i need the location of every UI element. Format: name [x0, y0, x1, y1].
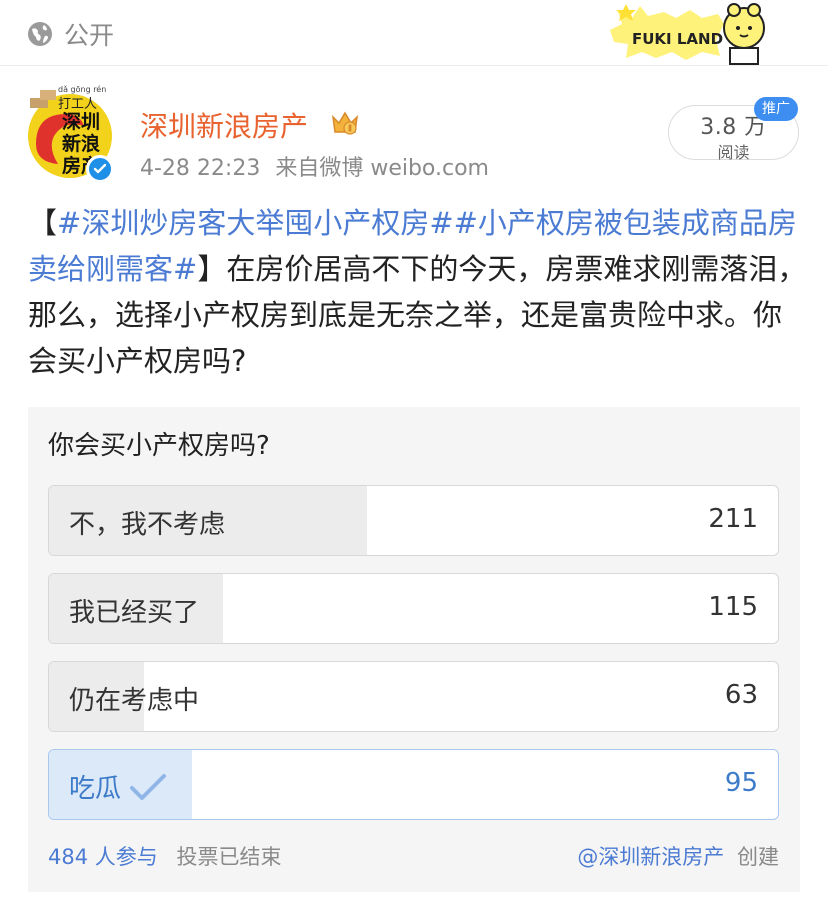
author-name[interactable]: 深圳新浪房产: [140, 105, 308, 145]
poll-card: 你会买小产权房吗? 不，我不考虑 211 我已经买了 115 仍在考虑中 63 …: [28, 407, 800, 892]
svg-text:新浪: 新浪: [62, 132, 100, 155]
post-timestamp: 4-28 22:23: [140, 156, 261, 181]
close-bracket: 】: [197, 252, 227, 286]
poll-option-count: 95: [724, 768, 758, 798]
poll-option-selected[interactable]: 吃瓜 95: [48, 749, 779, 820]
svg-text:打工人: 打工人: [58, 97, 97, 112]
visibility-label: 公开: [64, 21, 115, 50]
sticker-text: FUKI LAND: [632, 30, 723, 48]
svg-text:dǎ gōng rén: dǎ gōng rén: [58, 84, 106, 94]
poll-creator-suffix: 创建: [737, 845, 779, 869]
post-text: 【#深圳炒房客大举囤小产权房##小产权房被包装成商品房卖给刚需客#】在房价居高不…: [28, 200, 808, 384]
poll-option-label: 不，我不考虑: [69, 510, 226, 540]
verified-badge: [86, 155, 114, 183]
verified-icon: [93, 163, 107, 174]
poll-option[interactable]: 我已经买了 115: [48, 573, 779, 644]
globe-icon: [28, 22, 52, 46]
poll-status: 投票已结束: [176, 845, 282, 869]
top-bar: 公开 FUKI LAND: [0, 0, 828, 66]
crown-badge-icon[interactable]: [330, 108, 360, 138]
poll-option-label-wrap: 吃瓜: [69, 768, 167, 805]
poll-option-count: 63: [724, 680, 758, 710]
post-meta: 4-28 22:23 来自微博 weibo.com: [140, 150, 497, 182]
poll-option-count: 211: [708, 504, 758, 534]
visibility-indicator[interactable]: 公开: [26, 16, 114, 52]
poll-option-label: 吃瓜: [69, 774, 122, 804]
poll-participants[interactable]: 484 人参与: [48, 845, 158, 869]
poll-option[interactable]: 仍在考虑中 63: [48, 661, 779, 732]
poll-footer: 484 人参与 投票已结束 @深圳新浪房产 创建: [48, 841, 779, 871]
checkmark-icon: [130, 773, 167, 800]
promotion-badge[interactable]: 推广: [754, 97, 798, 121]
poll-option-count: 115: [708, 592, 758, 622]
open-bracket: 【: [28, 206, 58, 240]
poll-option[interactable]: 不，我不考虑 211: [48, 485, 779, 556]
poll-option-label: 我已经买了: [69, 598, 200, 628]
read-label: 阅读: [717, 143, 750, 162]
svg-text:深圳: 深圳: [62, 110, 100, 133]
hashtag-link-1[interactable]: #深圳炒房客大举囤小产权房#: [57, 206, 454, 240]
fuki-land-sticker[interactable]: FUKI LAND: [606, 0, 776, 66]
poll-creator: @深圳新浪房产 创建: [577, 841, 779, 871]
post-source: 来自微博 weibo.com: [275, 156, 489, 181]
poll-question: 你会买小产权房吗?: [48, 431, 270, 461]
poll-option-label: 仍在考虑中: [69, 686, 200, 716]
poll-creator-link[interactable]: @深圳新浪房产: [577, 845, 724, 869]
